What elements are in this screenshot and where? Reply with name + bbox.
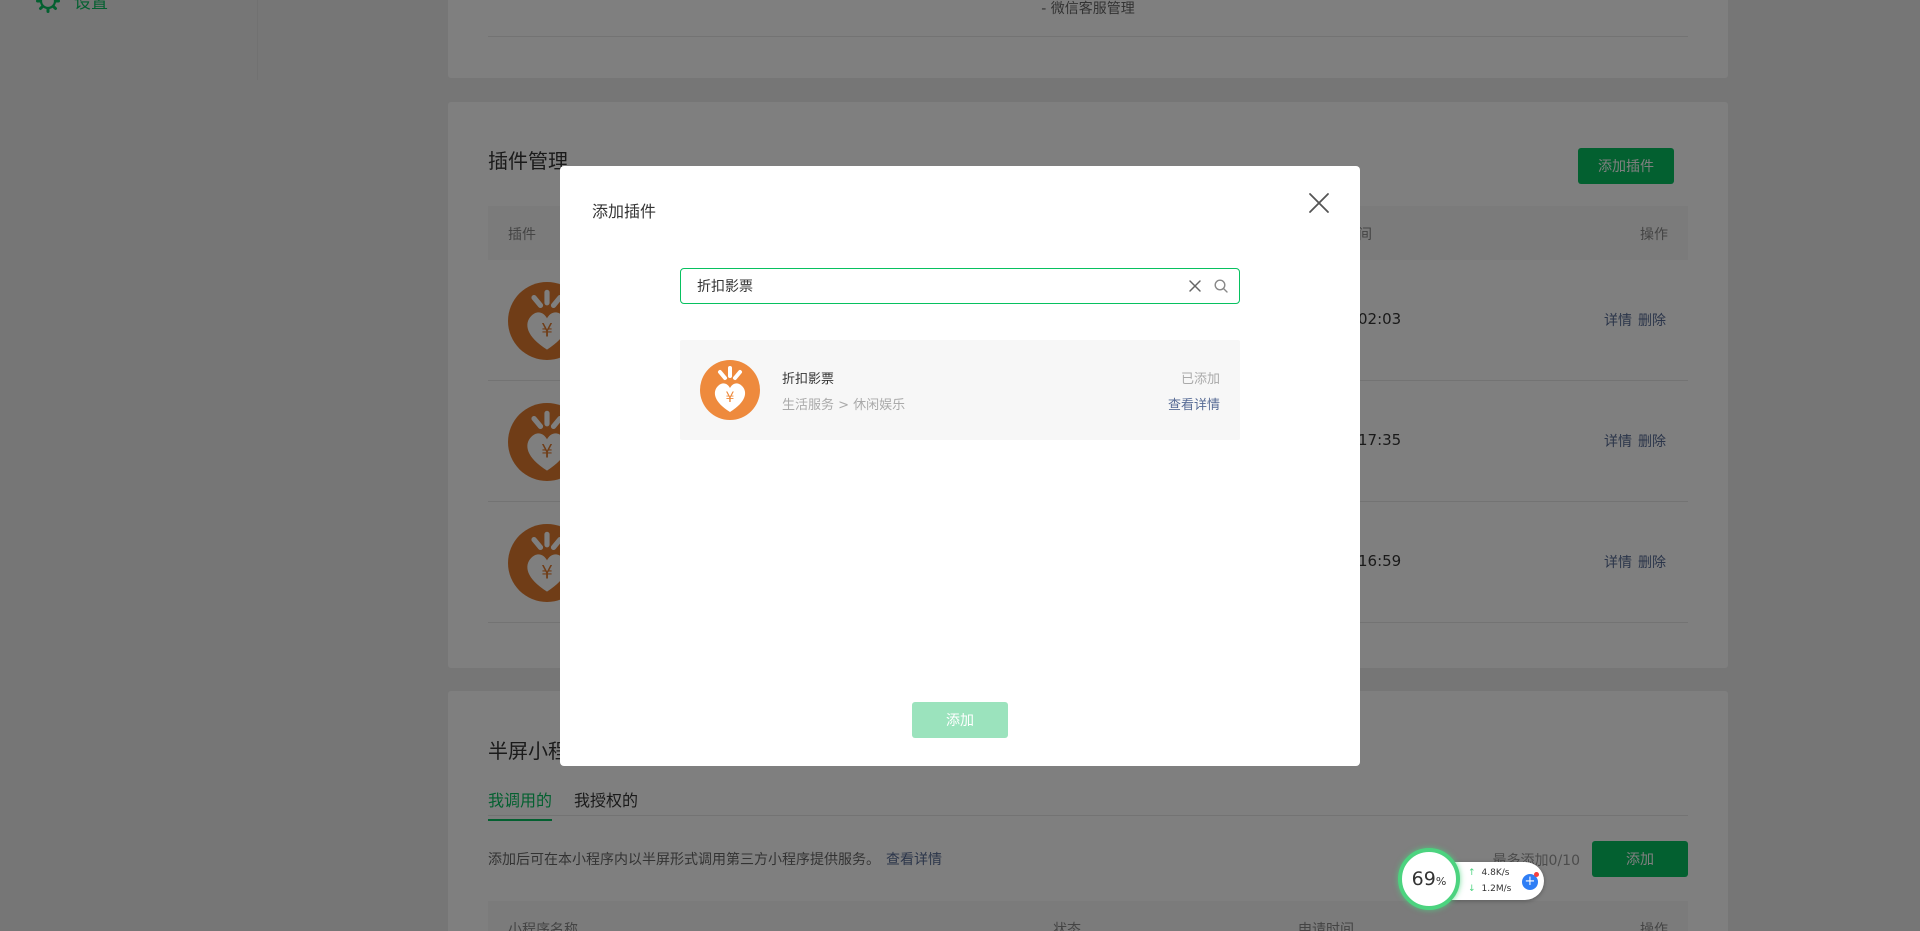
speed-widget[interactable]: 69% ↑ 4.8K/s ↓ 1.2M/s + bbox=[1398, 848, 1546, 914]
notification-dot bbox=[1534, 872, 1539, 877]
upload-speed-value: 4.8K/s bbox=[1481, 868, 1510, 878]
search-box bbox=[680, 268, 1240, 304]
search-icon[interactable] bbox=[1213, 278, 1229, 294]
usage-percent: 69 bbox=[1411, 868, 1436, 890]
result-plugin-name: 折扣影票 bbox=[782, 372, 835, 387]
search-input[interactable] bbox=[681, 269, 1187, 303]
arrow-down-icon: ↓ bbox=[1468, 884, 1476, 894]
search-result-item[interactable]: ¥ 折扣影票 生活服务 > 休闲娱乐 已添加 查看详情 bbox=[680, 340, 1240, 440]
usage-gauge[interactable]: 69% bbox=[1398, 848, 1460, 910]
dialog-add-button[interactable]: 添加 bbox=[912, 702, 1008, 738]
download-speed-value: 1.2M/s bbox=[1481, 884, 1512, 894]
result-plugin-category: 生活服务 > 休闲娱乐 bbox=[782, 398, 906, 413]
upload-speed: ↑ 4.8K/s bbox=[1468, 868, 1509, 878]
close-icon[interactable] bbox=[1306, 190, 1332, 216]
plugin-logo: ¥ bbox=[700, 360, 760, 420]
result-status: 已添加 bbox=[1180, 372, 1220, 387]
dialog-title: 添加插件 bbox=[592, 202, 657, 221]
result-detail-link[interactable]: 查看详情 bbox=[1168, 394, 1220, 413]
clear-icon[interactable] bbox=[1187, 278, 1203, 294]
usage-percent-unit: % bbox=[1435, 875, 1447, 888]
add-plugin-dialog: 添加插件 ¥ 折扣影票 生活服务 > 休闲娱乐 已添加 查看详情 添加 bbox=[560, 166, 1360, 766]
svg-text:¥: ¥ bbox=[726, 390, 735, 406]
arrow-up-icon: ↑ bbox=[1468, 868, 1476, 878]
download-speed: ↓ 1.2M/s bbox=[1468, 884, 1511, 894]
